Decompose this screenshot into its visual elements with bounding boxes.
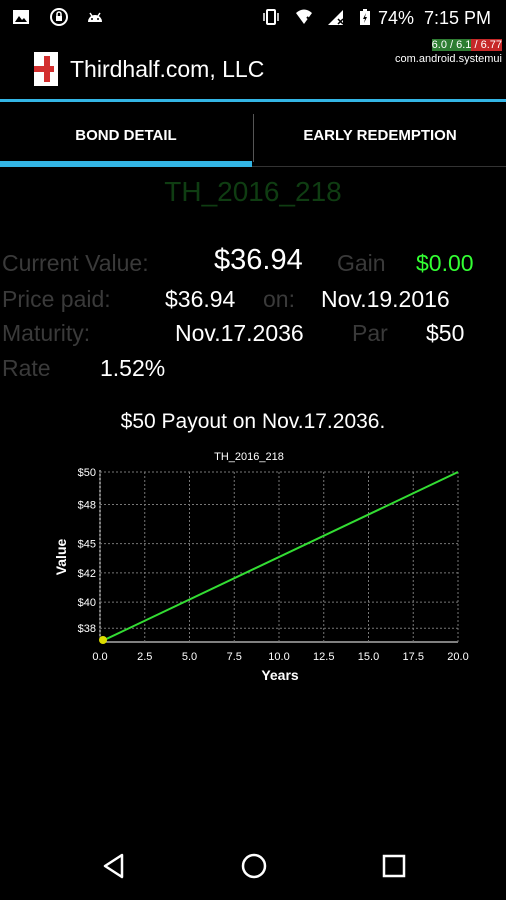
x-tick-label: 7.5 — [227, 651, 242, 663]
battery-percent: 74% — [378, 8, 415, 28]
current-value-label: Current Value: — [2, 250, 149, 276]
y-axis-label: Value — [53, 539, 69, 576]
android-icon — [88, 12, 102, 22]
x-tick-label: 0.0 — [92, 651, 107, 663]
rate-label: Rate — [2, 355, 51, 381]
wifi-icon — [296, 9, 313, 24]
y-tick-label: $50 — [78, 467, 96, 479]
gain-value: $0.00 — [416, 250, 474, 276]
par-value: $50 — [426, 320, 465, 346]
clock: 7:15 PM — [424, 8, 492, 28]
x-tick-label: 17.5 — [403, 651, 424, 663]
y-tick-label: $40 — [78, 597, 96, 609]
app-title: Thirdhalf.com, LLC — [70, 56, 265, 82]
payout-heading: $50 Payout on Nov.17.2036. — [120, 410, 386, 433]
back-icon[interactable] — [100, 852, 128, 880]
maturity-label: Maturity: — [2, 320, 91, 346]
x-tick-label: 2.5 — [137, 651, 152, 663]
signal-icon — [328, 10, 344, 25]
status-bar: 74% 7:15 PM — [0, 0, 506, 36]
app-logo-icon[interactable] — [24, 52, 58, 86]
y-tick-label: $42 — [78, 568, 96, 580]
battery-icon — [360, 9, 370, 25]
x-tick-label: 10.0 — [268, 651, 289, 663]
price-paid: $36.94 — [165, 286, 236, 312]
navigation-bar — [0, 832, 506, 900]
price-paid-label: Price paid: — [2, 286, 111, 312]
purchase-date: Nov.19.2016 — [321, 286, 450, 312]
y-tick-label: $45 — [78, 539, 96, 551]
gain-label: Gain — [337, 250, 386, 276]
x-tick-label: 5.0 — [182, 651, 197, 663]
par-label: Par — [352, 320, 388, 346]
recents-icon[interactable] — [380, 852, 408, 880]
lock-icon — [50, 8, 68, 26]
tab-underline — [252, 166, 506, 167]
current-value: $36.94 — [214, 244, 303, 276]
bond-name: TH_2016_218 — [164, 176, 342, 207]
chart-title: TH_2016_218 — [214, 451, 284, 463]
y-tick-label: $48 — [78, 500, 96, 512]
x-tick-label: 20.0 — [447, 651, 468, 663]
tab-indicator — [0, 161, 252, 167]
vibrate-icon — [263, 9, 279, 25]
x-tick-label: 12.5 — [313, 651, 334, 663]
x-tick-label: 15.0 — [358, 651, 379, 663]
maturity-date: Nov.17.2036 — [175, 320, 304, 346]
app-bar-divider — [0, 99, 506, 102]
image-icon — [13, 10, 29, 24]
y-tick-label: $38 — [78, 623, 96, 635]
tab-bond-detail[interactable]: BOND DETAIL — [0, 110, 252, 160]
on-label: on: — [263, 286, 295, 312]
start-marker — [99, 636, 107, 644]
tab-early-redemption[interactable]: EARLY REDEMPTION — [254, 110, 506, 160]
x-axis-label: Years — [261, 667, 299, 683]
home-icon[interactable] — [240, 852, 268, 880]
value-chart: 0.0 2.5 5.0 7.5 10.0 12.5 15.0 17.5 20.0 $38 $40 $4… — [53, 451, 469, 683]
rate-value: 1.52% — [100, 355, 166, 381]
